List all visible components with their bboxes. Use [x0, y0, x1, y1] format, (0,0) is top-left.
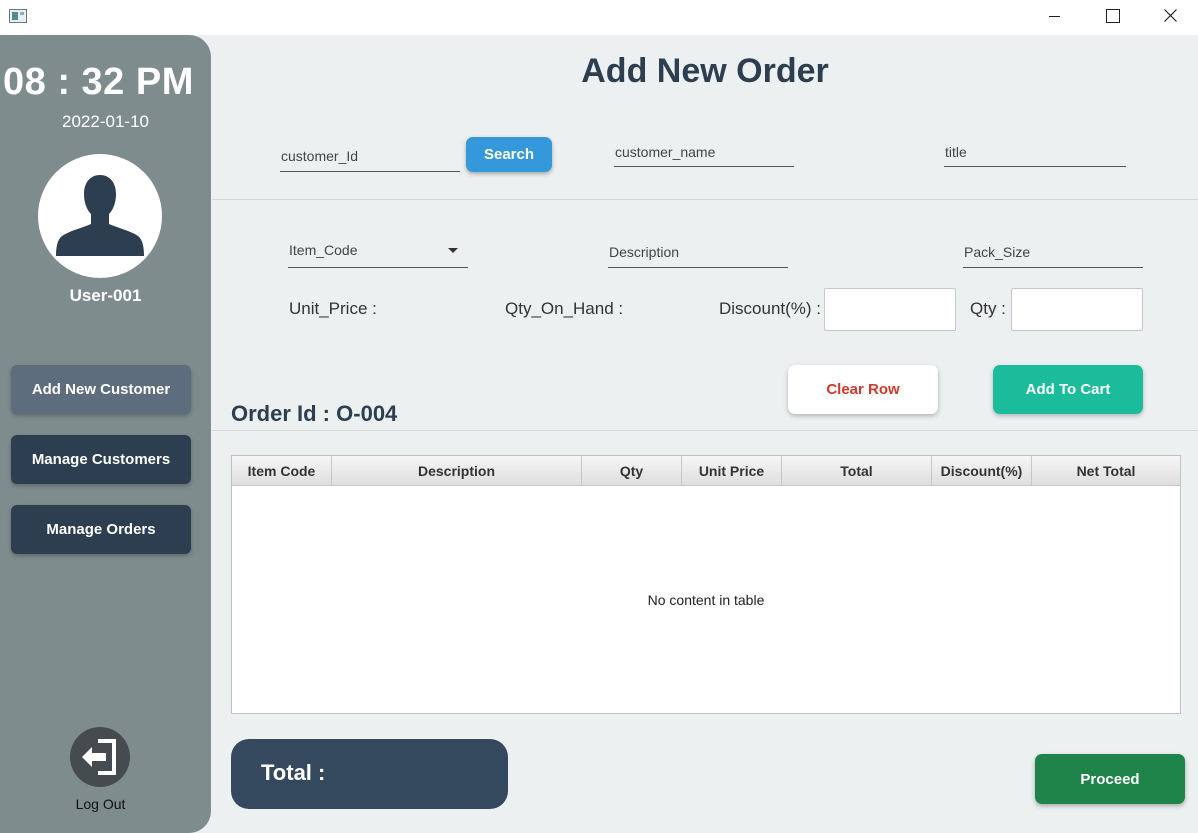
logout-label: Log Out	[75, 796, 126, 812]
user-name: User-001	[69, 286, 142, 305]
minimize-icon[interactable]	[1025, 0, 1083, 32]
column-header-discount[interactable]: Discount(%)	[932, 456, 1032, 486]
order-id-label: Order Id :	[231, 401, 331, 426]
table-header: Item Code Description Qty Unit Price Tot…	[232, 456, 1180, 486]
discount-label: Discount(%) :	[719, 299, 822, 318]
column-header-item-code[interactable]: Item Code	[232, 456, 332, 486]
column-header-description[interactable]: Description	[332, 456, 582, 486]
table-empty-message: No content in table	[647, 592, 765, 608]
column-header-qty[interactable]: Qty	[582, 456, 682, 486]
item-code-prompt: Item_Code	[289, 242, 358, 258]
description-input[interactable]	[608, 237, 788, 268]
search-button[interactable]: Search	[466, 137, 552, 172]
qty-label: Qty :	[970, 299, 1006, 318]
add-new-customer-button[interactable]: Add New Customer	[11, 365, 191, 414]
order-id: Order Id : O-004	[231, 401, 397, 427]
clock: 08 : 32 PM	[3, 61, 194, 103]
pack-size-input[interactable]	[963, 237, 1143, 268]
item-code-combobox[interactable]: Item_Code	[288, 238, 468, 268]
unit-price-label: Unit_Price :	[289, 299, 377, 318]
order-id-value: O-004	[336, 401, 398, 426]
column-header-unit-price[interactable]: Unit Price	[682, 456, 782, 486]
customer-id-input[interactable]	[280, 141, 460, 172]
cart-table[interactable]: Item Code Description Qty Unit Price Tot…	[231, 455, 1181, 714]
section-divider	[212, 430, 1198, 431]
app-icon	[9, 9, 27, 23]
window-titlebar	[0, 0, 1198, 35]
page-title: Add New Order	[581, 52, 829, 90]
add-to-cart-button[interactable]: Add To Cart	[993, 365, 1143, 414]
manage-customers-button[interactable]: Manage Customers	[11, 435, 191, 484]
total-label: Total :	[261, 760, 326, 785]
logout-button[interactable]	[70, 727, 130, 787]
avatar	[38, 154, 162, 278]
column-header-net-total[interactable]: Net Total	[1032, 456, 1180, 486]
user-silhouette-icon	[56, 175, 144, 256]
column-header-total[interactable]: Total	[782, 456, 932, 486]
customer-name-input[interactable]	[614, 137, 794, 167]
logout-icon	[82, 739, 116, 775]
close-icon[interactable]	[1141, 0, 1198, 32]
section-divider	[212, 199, 1198, 200]
proceed-button[interactable]: Proceed	[1035, 754, 1185, 804]
title-input[interactable]	[944, 137, 1126, 167]
maximize-icon[interactable]	[1083, 0, 1141, 32]
manage-orders-button[interactable]: Manage Orders	[11, 505, 191, 554]
qty-input[interactable]	[1011, 288, 1143, 331]
chevron-down-icon	[448, 248, 458, 253]
total-box: Total :	[231, 739, 508, 809]
discount-input[interactable]	[824, 288, 956, 331]
clear-row-button[interactable]: Clear Row	[788, 365, 938, 414]
qty-on-hand-label: Qty_On_Hand :	[505, 299, 624, 318]
sidebar: 08 : 32 PM 2022-01-10 User-001 Add New C…	[0, 35, 211, 833]
date: 2022-01-10	[62, 112, 149, 131]
